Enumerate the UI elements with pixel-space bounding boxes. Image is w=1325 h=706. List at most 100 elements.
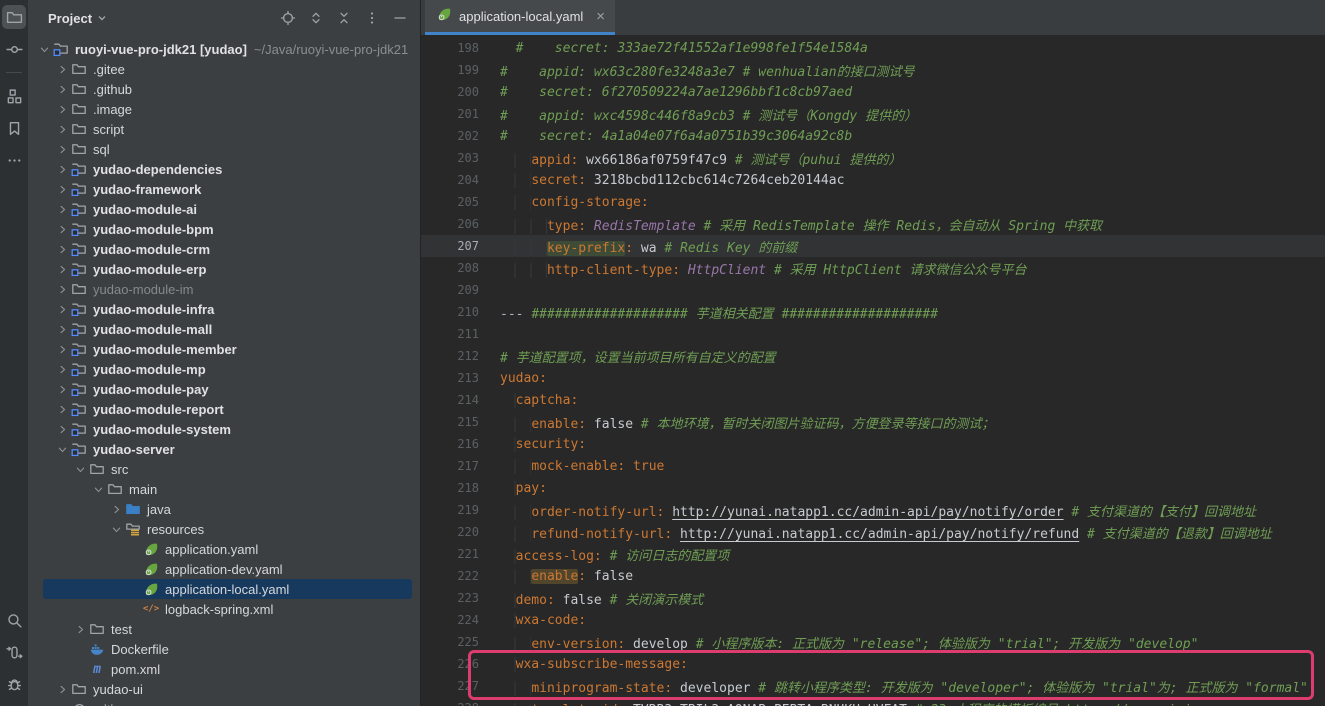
tool-window-button-structure[interactable] [2, 84, 26, 108]
tree-chevron-icon[interactable] [54, 84, 70, 95]
line-number[interactable]: 208 [421, 261, 500, 275]
line-number[interactable]: 202 [421, 129, 500, 143]
tree-item-dockerfile[interactable]: Dockerfile [28, 639, 420, 659]
code-line-227[interactable]: 227 miniprogram-state: developer # 跳转小程序… [421, 675, 1325, 697]
tree-item-application-dev-yaml[interactable]: application-dev.yaml [28, 559, 420, 579]
code-line-217[interactable]: 217 mock-enable: true [421, 455, 1325, 477]
locate-button[interactable] [278, 8, 298, 28]
tree-chevron-icon[interactable] [54, 344, 70, 355]
tree-item-yudao-module-system[interactable]: yudao-module-system [28, 419, 420, 439]
line-number[interactable]: 217 [421, 459, 500, 473]
tree-chevron-icon[interactable] [54, 164, 70, 175]
line-number[interactable]: 199 [421, 63, 500, 77]
tree-chevron-icon[interactable] [54, 324, 70, 335]
tree-item-yudao-module-mp[interactable]: yudao-module-mp [28, 359, 420, 379]
tree-chevron-icon[interactable] [54, 64, 70, 75]
line-number[interactable]: 207 [421, 239, 500, 253]
code-line-223[interactable]: 223 demo: false # 关闭演示模式 [421, 587, 1325, 609]
tree-item-logback-spring-xml[interactable]: </>logback-spring.xml [28, 599, 420, 619]
tree-chevron-icon[interactable] [54, 424, 70, 435]
tree-item-ruoyi-vue-pro-jdk21-yudao-[interactable]: ruoyi-vue-pro-jdk21 [yudao]~/Java/ruoyi-… [28, 39, 420, 59]
tree-chevron-icon[interactable] [54, 684, 70, 695]
code-line-209[interactable]: 209 [421, 279, 1325, 301]
tree-chevron-icon[interactable] [90, 484, 106, 495]
tree-chevron-icon[interactable] [54, 304, 70, 315]
code-line-198[interactable]: 198 # secret: 333ae72f41552af1e998fe1f54… [421, 37, 1325, 59]
tree-item-yudao-ui[interactable]: yudao-ui [28, 679, 420, 699]
code-line-201[interactable]: 201# appid: wxc4598c446f8a9cb3 # 测试号（Kon… [421, 103, 1325, 125]
code-line-205[interactable]: 205 config-storage: [421, 191, 1325, 213]
line-number[interactable]: 218 [421, 481, 500, 495]
code-line-215[interactable]: 215 enable: false # 本地环境，暂时关闭图片验证码，方便登录等… [421, 411, 1325, 433]
code-line-225[interactable]: 225 env-version: develop # 小程序版本: 正式版为 "… [421, 631, 1325, 653]
tree-chevron-icon[interactable] [54, 204, 70, 215]
line-number[interactable]: 215 [421, 415, 500, 429]
code-line-202[interactable]: 202# secret: 4a1a04e07f6a4a0751b39c3064a… [421, 125, 1325, 147]
tree-item-yudao-dependencies[interactable]: yudao-dependencies [28, 159, 420, 179]
line-number[interactable]: 228 [421, 701, 500, 706]
collapse-all-button[interactable] [334, 8, 354, 28]
line-number[interactable]: 220 [421, 525, 500, 539]
code-line-219[interactable]: 219 order-notify-url: http://yunai.natap… [421, 499, 1325, 521]
tree-item-yudao-module-report[interactable]: yudao-module-report [28, 399, 420, 419]
tree-chevron-icon[interactable] [54, 104, 70, 115]
line-number[interactable]: 213 [421, 371, 500, 385]
tree-item--gitee[interactable]: .gitee [28, 59, 420, 79]
code-line-204[interactable]: 204 secret: 3218bcbd112cbc614c7264ceb201… [421, 169, 1325, 191]
line-number[interactable]: 201 [421, 107, 500, 121]
code-line-200[interactable]: 200# secret: 6f270509224a7ae1296bbf1c8cb… [421, 81, 1325, 103]
tree-item-application-local-yaml[interactable]: application-local.yaml [28, 579, 420, 599]
tree-item-yudao-module-crm[interactable]: yudao-module-crm [28, 239, 420, 259]
line-number[interactable]: 211 [421, 327, 500, 341]
line-number[interactable]: 209 [421, 283, 500, 297]
tree-item-sql[interactable]: sql [28, 139, 420, 159]
tool-window-button-debug[interactable] [2, 672, 26, 696]
code-line-221[interactable]: 221 access-log: # 访问日志的配置项 [421, 543, 1325, 565]
line-number[interactable]: 222 [421, 569, 500, 583]
code-line-207[interactable]: 207 key-prefix: wa # Redis Key 的前缀 [421, 235, 1325, 257]
tree-item-yudao-module-erp[interactable]: yudao-module-erp [28, 259, 420, 279]
code-line-210[interactable]: 210--- #################### 芋道相关配置 #####… [421, 301, 1325, 323]
tree-chevron-icon[interactable] [54, 144, 70, 155]
line-number[interactable]: 210 [421, 305, 500, 319]
tree-item-src[interactable]: src [28, 459, 420, 479]
tree-item-application-yaml[interactable]: application.yaml [28, 539, 420, 559]
code-line-228[interactable]: 228 template-id: TVRB3_TBIL3_AQNAB_PEBTA… [421, 697, 1325, 706]
tree-item-yudao-module-bpm[interactable]: yudao-module-bpm [28, 219, 420, 239]
tree-item--github[interactable]: .github [28, 79, 420, 99]
code-line-216[interactable]: 216 security: [421, 433, 1325, 455]
project-view-selector[interactable]: Project [42, 10, 113, 27]
options-button[interactable] [362, 8, 382, 28]
line-number[interactable]: 214 [421, 393, 500, 407]
code-editor[interactable]: 198 # secret: 333ae72f41552af1e998fe1f54… [421, 35, 1325, 706]
line-number[interactable]: 226 [421, 657, 500, 671]
tree-chevron-icon[interactable] [54, 124, 70, 135]
tree-item--image[interactable]: .image [28, 99, 420, 119]
tool-window-button-search[interactable] [2, 608, 26, 632]
code-line-212[interactable]: 212# 芋道配置项，设置当前项目所有自定义的配置 [421, 345, 1325, 367]
code-line-213[interactable]: 213yudao: [421, 367, 1325, 389]
line-number[interactable]: 212 [421, 349, 500, 363]
tree-item-yudao-module-infra[interactable]: yudao-module-infra [28, 299, 420, 319]
line-number[interactable]: 200 [421, 85, 500, 99]
tree-chevron-icon[interactable] [54, 404, 70, 415]
code-line-199[interactable]: 199# appid: wx63c280fe3248a3e7 # wenhual… [421, 59, 1325, 81]
tree-item-resources[interactable]: resources [28, 519, 420, 539]
line-number[interactable]: 225 [421, 635, 500, 649]
line-number[interactable]: 203 [421, 151, 500, 165]
tree-item-pom-xml[interactable]: mpom.xml [28, 659, 420, 679]
line-number[interactable]: 205 [421, 195, 500, 209]
tree-chevron-icon[interactable] [36, 44, 52, 55]
tree-item-script[interactable]: script [28, 119, 420, 139]
tree-chevron-icon[interactable] [54, 264, 70, 275]
tree-chevron-icon[interactable] [72, 624, 88, 635]
tree-chevron-icon[interactable] [54, 244, 70, 255]
tree-item-yudao-module-ai[interactable]: yudao-module-ai [28, 199, 420, 219]
line-number[interactable]: 216 [421, 437, 500, 451]
code-line-220[interactable]: 220 refund-notify-url: http://yunai.nata… [421, 521, 1325, 543]
line-number[interactable]: 227 [421, 679, 500, 693]
code-line-224[interactable]: 224 wxa-code: [421, 609, 1325, 631]
tree-chevron-icon[interactable] [54, 444, 70, 455]
tree-chevron-icon[interactable] [108, 504, 124, 515]
tool-window-button-more[interactable] [2, 148, 26, 172]
